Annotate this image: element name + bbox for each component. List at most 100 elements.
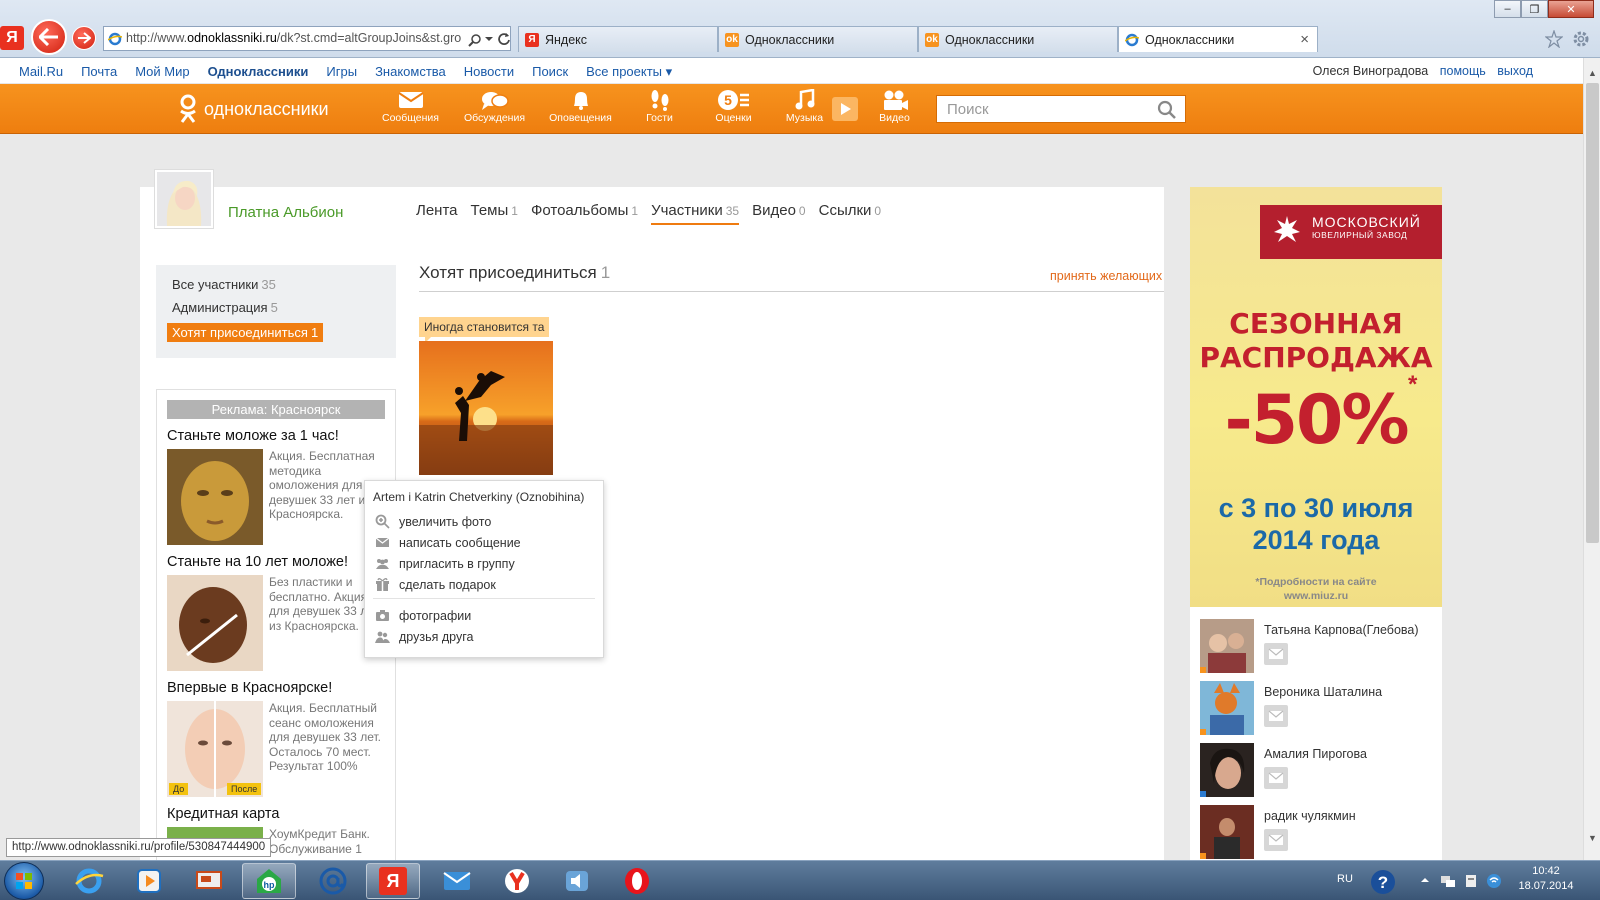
popup-write-message[interactable]: написать сообщение	[373, 535, 595, 550]
group-avatar[interactable]	[154, 169, 214, 229]
portal-link-pochta[interactable]: Почта	[81, 64, 117, 80]
portal-link-novosti[interactable]: Новости	[464, 64, 514, 80]
address-bar[interactable]: http://www.odnoklassniki.ru/dk?st.cmd=al…	[103, 26, 511, 51]
taskbar-mailru-agent[interactable]	[306, 863, 360, 899]
page-scrollbar[interactable]: ▲ ▼	[1583, 58, 1600, 860]
nav-notifications[interactable]: Оповещения	[543, 89, 618, 124]
portal-link-mailru[interactable]: Mail.Ru	[19, 64, 63, 80]
ad-title[interactable]: Станьте моложе за 1 час!	[167, 428, 385, 444]
help-icon[interactable]: ?	[1368, 867, 1398, 897]
popup-invite-to-group[interactable]: пригласить в группу	[373, 556, 595, 571]
jewelry-ad-banner[interactable]: МОСКОВСКИЙ ЮВЕЛИРНЫЙ ЗАВОД СЕЗОННАЯ РАСП…	[1190, 187, 1442, 607]
list-item[interactable]: Вероника Шаталина	[1200, 681, 1440, 736]
friend-name[interactable]: Татьяна Карпова(Глебова)	[1264, 623, 1419, 637]
popup-enlarge-photo[interactable]: увеличить фото	[373, 514, 595, 529]
portal-link-poisk[interactable]: Поиск	[532, 64, 568, 80]
nav-administration[interactable]: Администрация 5	[172, 300, 396, 315]
music-play-button[interactable]	[832, 97, 858, 121]
taskbar-yandex[interactable]	[490, 863, 544, 899]
nav-ratings[interactable]: 5 Оценки	[696, 89, 771, 124]
back-button[interactable]	[31, 19, 67, 55]
popup-member-name[interactable]: Artem i Katrin Chetverkiny (Oznobihina)	[373, 490, 595, 504]
taskbar-yandex-browser[interactable]: Я	[366, 863, 420, 899]
popup-photos[interactable]: фотографии	[373, 608, 595, 623]
ad-text[interactable]: Акция. Бесплатный сеанс омоложения для д…	[269, 701, 385, 797]
maximize-button[interactable]: ❐	[1521, 0, 1548, 18]
ad-image-gold-mask[interactable]	[167, 449, 263, 545]
start-button[interactable]	[4, 862, 44, 900]
taskbar-audio[interactable]	[550, 863, 604, 899]
nav-discussions[interactable]: Обсуждения	[457, 89, 532, 124]
tab-yandex[interactable]: Я Яндекс	[518, 26, 718, 52]
yandex-button[interactable]: Я	[0, 26, 24, 50]
scroll-thumb[interactable]	[1586, 83, 1599, 543]
list-item[interactable]: радик чулякмин	[1200, 805, 1440, 860]
logout-link[interactable]: выход	[1497, 64, 1533, 78]
friend-message-button[interactable]	[1264, 829, 1288, 851]
taskbar-mail[interactable]	[430, 863, 484, 899]
ok-logo[interactable]: одноклассники	[178, 94, 329, 124]
dropdown-icon[interactable]	[485, 35, 493, 43]
search-icon[interactable]	[1157, 100, 1177, 120]
scroll-up-arrow[interactable]: ▲	[1587, 68, 1598, 79]
friend-message-button[interactable]	[1264, 643, 1288, 665]
friend-avatar[interactable]	[1200, 681, 1254, 735]
list-item[interactable]: Амалия Пирогова	[1200, 743, 1440, 798]
popup-friends-of-friend[interactable]: друзья друга	[373, 629, 595, 644]
tab-feed[interactable]: Лента	[416, 202, 458, 225]
current-user-name[interactable]: Олеся Виноградова	[1313, 64, 1429, 78]
taskbar-ie[interactable]	[62, 863, 116, 899]
friend-avatar[interactable]	[1200, 619, 1254, 673]
tab-topics[interactable]: Темы 1	[471, 202, 518, 225]
list-item[interactable]: Татьяна Карпова(Глебова)	[1200, 619, 1440, 674]
clock[interactable]: 10:42 18.07.2014	[1510, 864, 1582, 894]
tab-photo-albums[interactable]: Фотоальбомы 1	[531, 202, 638, 225]
tab-members[interactable]: Участники 35	[651, 202, 740, 225]
wifi-icon[interactable]	[1486, 873, 1502, 889]
friend-avatar[interactable]	[1200, 743, 1254, 797]
search-input[interactable]: Поиск	[936, 95, 1186, 123]
tray-arrow-icon[interactable]	[1420, 875, 1430, 885]
search-icon[interactable]	[468, 33, 482, 47]
taskbar-presentation[interactable]	[182, 863, 236, 899]
ad-text[interactable]: ХоумКредит Банк. Обслуживание 1	[269, 827, 385, 856]
ad-image-chocolate-mask[interactable]	[167, 575, 263, 671]
friend-name[interactable]: Амалия Пирогова	[1264, 747, 1367, 761]
tab-odnoklassniki-active[interactable]: Одноклассники ×	[1118, 26, 1318, 52]
portal-link-odnoklassniki[interactable]: Одноклассники	[208, 64, 309, 80]
ad-title[interactable]: Кредитная карта	[167, 806, 385, 822]
minimize-button[interactable]: –	[1494, 0, 1521, 18]
ad-item[interactable]: Станьте моложе за 1 час! Акция. Бесплатн…	[167, 428, 385, 545]
portal-link-igry[interactable]: Игры	[326, 64, 357, 80]
friend-avatar[interactable]	[1200, 805, 1254, 859]
nav-video[interactable]: Видео	[857, 89, 932, 124]
nav-want-to-join[interactable]: Хотят присоединиться 1	[167, 323, 324, 342]
help-link[interactable]: помощь	[1440, 64, 1486, 78]
group-name[interactable]: Платна Альбион	[228, 204, 343, 221]
popup-make-gift[interactable]: сделать подарок	[373, 577, 595, 592]
taskbar-hp[interactable]: hp	[242, 863, 296, 899]
member-photo[interactable]	[419, 341, 553, 475]
tab-video[interactable]: Видео 0	[752, 202, 806, 225]
star-icon[interactable]	[1545, 30, 1563, 48]
gear-icon[interactable]	[1572, 30, 1590, 48]
nav-messages[interactable]: Сообщения	[373, 89, 448, 124]
close-window-button[interactable]: ✕	[1548, 0, 1594, 18]
tab-links[interactable]: Ссылки 0	[819, 202, 882, 225]
friend-name[interactable]: Вероника Шаталина	[1264, 685, 1382, 699]
network-icon[interactable]	[1440, 873, 1456, 889]
portal-link-moy-mir[interactable]: Мой Мир	[135, 64, 189, 80]
language-indicator[interactable]: RU	[1337, 873, 1353, 885]
portal-link-znakomstva[interactable]: Знакомства	[375, 64, 446, 80]
ad-item[interactable]: Станьте на 10 лет моложе! Без пластики и…	[167, 554, 385, 671]
tab-odnoklassniki[interactable]: ok Одноклассники	[718, 26, 918, 52]
forward-button[interactable]	[72, 26, 96, 50]
friend-message-button[interactable]	[1264, 705, 1288, 727]
nav-guests[interactable]: Гости	[622, 89, 697, 124]
friend-message-button[interactable]	[1264, 767, 1288, 789]
flag-icon[interactable]	[1463, 873, 1479, 889]
refresh-icon[interactable]	[497, 32, 511, 46]
tab-odnoklassniki-2[interactable]: ok Одноклассники	[918, 26, 1118, 52]
ad-image-before-after[interactable]: До После	[167, 701, 263, 797]
ad-title[interactable]: Станьте на 10 лет моложе!	[167, 554, 385, 570]
